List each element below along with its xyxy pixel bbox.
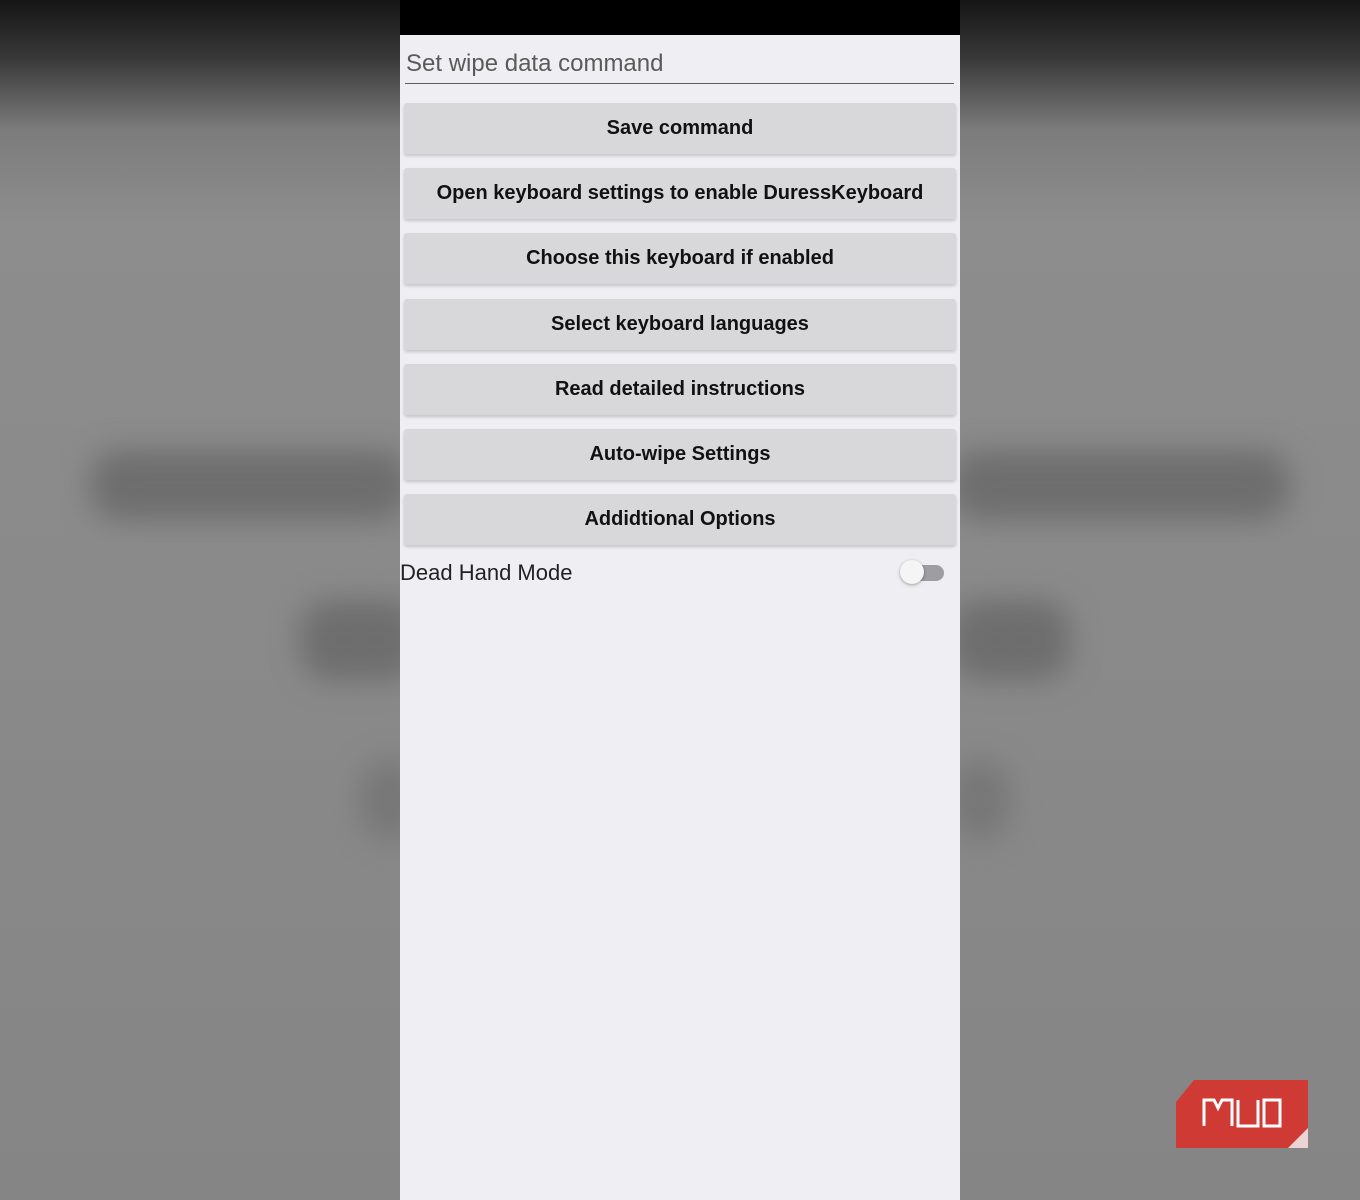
choose-keyboard-button[interactable]: Choose this keyboard if enabled: [404, 233, 956, 285]
open-keyboard-settings-button[interactable]: Open keyboard settings to enable DuressK…: [404, 168, 956, 220]
auto-wipe-settings-button[interactable]: Auto-wipe Settings: [404, 428, 956, 480]
toggle-thumb: [900, 560, 924, 584]
wipe-command-input[interactable]: [405, 44, 954, 84]
background-blur: [950, 450, 1290, 520]
dead-hand-mode-toggle[interactable]: [900, 560, 946, 584]
additional-options-button[interactable]: Addidtional Options: [404, 494, 956, 546]
status-bar: [400, 0, 960, 35]
background-blur: [950, 600, 1070, 680]
read-instructions-button[interactable]: Read detailed instructions: [404, 363, 956, 415]
button-list: Save command Open keyboard settings to e…: [404, 103, 956, 559]
dead-hand-mode-label: Dead Hand Mode: [400, 560, 573, 585]
save-command-button[interactable]: Save command: [404, 103, 956, 154]
muo-logo: [1176, 1080, 1308, 1148]
dead-hand-mode-row: Dead Hand Mode: [400, 556, 960, 590]
phone-screen: Save command Open keyboard settings to e…: [400, 0, 960, 1200]
select-languages-button[interactable]: Select keyboard languages: [404, 298, 956, 350]
background-blur: [90, 450, 410, 520]
